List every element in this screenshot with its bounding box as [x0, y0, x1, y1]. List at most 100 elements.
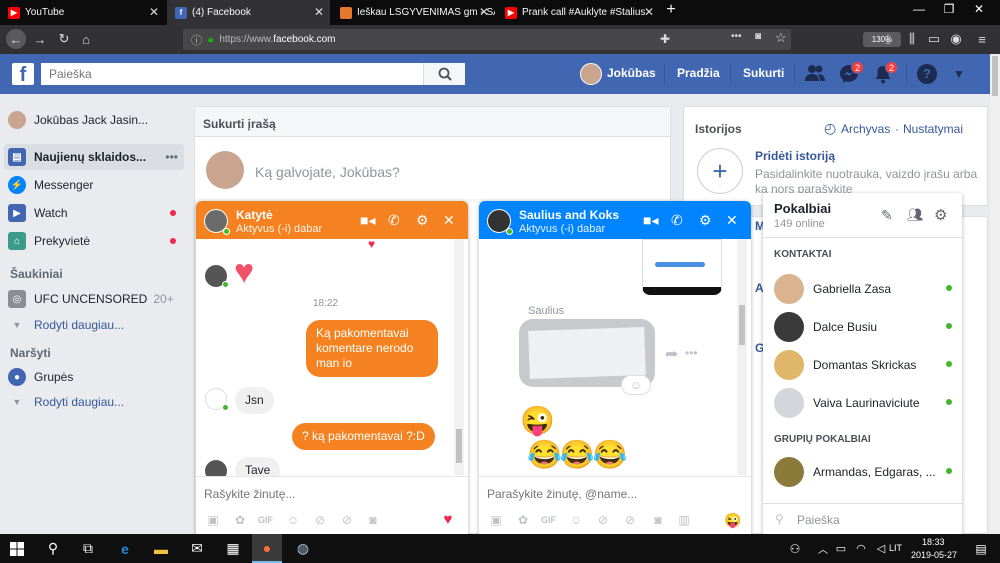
contact-search[interactable]: ⚲ Paieška: [763, 503, 962, 534]
more-icon[interactable]: •••: [731, 31, 742, 42]
edge-icon[interactable]: e: [110, 534, 140, 563]
heart-send-icon[interactable]: ♥: [441, 512, 455, 527]
bookmark-star-icon[interactable]: ☆: [775, 30, 787, 46]
more-options-icon[interactable]: •••: [165, 150, 178, 164]
video-call-icon[interactable]: ■◂: [360, 212, 375, 229]
share-icon[interactable]: ➦: [665, 344, 678, 364]
search-icon[interactable]: ⚲: [38, 534, 68, 563]
clock-time[interactable]: 18:33: [922, 537, 945, 547]
gear-icon[interactable]: ⚙: [699, 212, 712, 229]
maximize-button[interactable]: ❐: [934, 2, 964, 16]
help-icon[interactable]: ?: [917, 64, 937, 84]
download-icon[interactable]: ⤓: [878, 29, 898, 49]
close-tab-icon[interactable]: ✕: [479, 5, 489, 19]
sidebar-item-watch[interactable]: ▶ Watch: [8, 200, 68, 226]
home-link[interactable]: Pradžia: [677, 66, 720, 80]
reload-button[interactable]: ↻: [54, 29, 74, 49]
friend-requests-icon[interactable]: [804, 64, 826, 84]
stories-settings-link[interactable]: Nustatymai: [903, 122, 963, 136]
page-scrollbar-thumb[interactable]: [992, 56, 998, 96]
new-tab-button[interactable]: +: [656, 1, 686, 19]
poll-icon[interactable]: ▥: [677, 513, 691, 527]
add-reaction-icon[interactable]: ☺: [621, 375, 651, 395]
language-indicator[interactable]: LIT: [889, 543, 902, 553]
archive-link[interactable]: Archyvas: [841, 122, 890, 136]
steam-icon[interactable]: ◍: [288, 534, 318, 563]
new-group-icon[interactable]: 👥︎: [907, 207, 924, 223]
extension-icon[interactable]: ✚: [660, 32, 670, 46]
store-icon[interactable]: ▦: [218, 534, 248, 563]
sidebar-icon[interactable]: ▭: [924, 29, 944, 49]
new-message-icon[interactable]: ✎: [881, 207, 893, 224]
tab-prank-call[interactable]: ▶ Prank call #Auklyte #Stalius ✕: [497, 0, 660, 25]
chat-title[interactable]: Saulius and Koks: [519, 208, 619, 222]
chat-header[interactable]: Katytė Aktyvus (-i) dabar ■◂ ✆ ⚙ ✕: [196, 201, 468, 239]
chat-title[interactable]: Katytė: [236, 208, 273, 222]
close-tab-icon[interactable]: ✕: [314, 5, 324, 19]
attach-icon[interactable]: ⊘: [313, 513, 327, 527]
contact-item[interactable]: Domantas Skrickas: [763, 346, 962, 384]
sidebar-item-news-feed[interactable]: ▤ Naujienų sklaidos... •••: [4, 144, 184, 170]
chevron-down-icon[interactable]: ▼: [953, 67, 965, 81]
avatar[interactable]: [580, 63, 602, 85]
people-icon[interactable]: ⚇: [780, 534, 810, 563]
tab-facebook[interactable]: f (4) Facebook ✕: [167, 0, 330, 25]
sidebar-profile[interactable]: Jokūbas Jack Jasin...: [8, 107, 148, 133]
account-icon[interactable]: ◉: [946, 29, 966, 49]
page-scrollbar[interactable]: [990, 54, 1000, 534]
chat-scrollbar[interactable]: [454, 239, 464, 475]
link-icon[interactable]: ⊘: [623, 513, 637, 527]
camera-icon[interactable]: ◙: [651, 513, 665, 527]
home-button[interactable]: ⌂: [76, 29, 96, 49]
library-icon[interactable]: ⫼: [902, 29, 922, 49]
add-story-icon[interactable]: +: [697, 148, 743, 194]
gear-icon[interactable]: ⚙: [416, 212, 429, 229]
photo-icon[interactable]: ▣: [206, 513, 220, 527]
search-input[interactable]: [41, 63, 421, 85]
phone-icon[interactable]: ✆: [671, 212, 683, 229]
add-story-title[interactable]: Pridėti istoriją: [755, 149, 835, 163]
close-icon[interactable]: ✕: [443, 212, 455, 229]
attach-icon[interactable]: ⊘: [596, 513, 610, 527]
facebook-logo-icon[interactable]: f: [12, 63, 34, 86]
firefox-icon[interactable]: ●: [252, 534, 282, 563]
camera-icon[interactable]: ◙: [366, 513, 380, 527]
shared-screenshot-image[interactable]: [642, 239, 722, 295]
url-bar[interactable]: ⓘ 🔒︎ https://www. facebook.com ✚ 130% •••…: [183, 29, 901, 50]
show-more-shortcuts[interactable]: ▼ Rodyti daugiau...: [8, 312, 125, 338]
close-tab-icon[interactable]: ✕: [644, 5, 654, 19]
video-call-icon[interactable]: ■◂: [643, 212, 658, 229]
message-input[interactable]: [204, 487, 449, 501]
photo-icon[interactable]: ▣: [489, 513, 503, 527]
search-button[interactable]: [423, 63, 465, 85]
sidebar-item-groups[interactable]: ● Grupės: [8, 364, 73, 390]
composer-placeholder[interactable]: Ką galvojate, Jokūbas?: [255, 164, 400, 180]
close-icon[interactable]: ✕: [726, 212, 738, 229]
gif-icon[interactable]: GIF: [541, 513, 556, 527]
sticker-icon[interactable]: ✿: [516, 513, 530, 527]
group-chat-item[interactable]: Armandas, Edgaras, ...: [763, 453, 962, 491]
create-link[interactable]: Sukurti: [743, 66, 784, 80]
chat-scrollbar-thumb[interactable]: [739, 305, 745, 345]
contact-search-input[interactable]: Paieška: [797, 513, 840, 527]
menu-icon[interactable]: ≡: [972, 29, 992, 49]
sidebar-item-marketplace[interactable]: ⌂ Prekyvietė: [8, 228, 90, 254]
composer-body[interactable]: Ką galvojate, Jokūbas?: [195, 137, 670, 199]
emoji-icon[interactable]: ☺: [286, 513, 300, 527]
back-button[interactable]: ←: [6, 29, 26, 49]
sidebar-item-ufc[interactable]: ◎ UFC UNCENSORED 20+: [8, 286, 174, 312]
profile-link[interactable]: Jokūbas: [607, 66, 656, 80]
mail-icon[interactable]: ✉: [182, 534, 212, 563]
action-center-icon[interactable]: ▤: [966, 534, 996, 563]
tab-youtube[interactable]: ▶ YouTube ✕: [0, 0, 165, 25]
forward-button[interactable]: →: [30, 29, 50, 49]
windows-start-icon[interactable]: [2, 534, 32, 563]
pocket-icon[interactable]: ◙: [755, 31, 761, 42]
message-input[interactable]: [487, 487, 732, 501]
emoji-send-icon[interactable]: 😜: [724, 513, 741, 527]
chat-header[interactable]: Saulius and Koks Aktyvus (-i) dabar ■◂ ✆…: [479, 201, 751, 239]
more-options-icon[interactable]: •••: [685, 346, 698, 360]
show-more-explore[interactable]: ▼ Rodyti daugiau...: [8, 389, 125, 415]
task-view-icon[interactable]: ⧉: [73, 534, 103, 563]
minimize-button[interactable]: —: [904, 2, 934, 16]
